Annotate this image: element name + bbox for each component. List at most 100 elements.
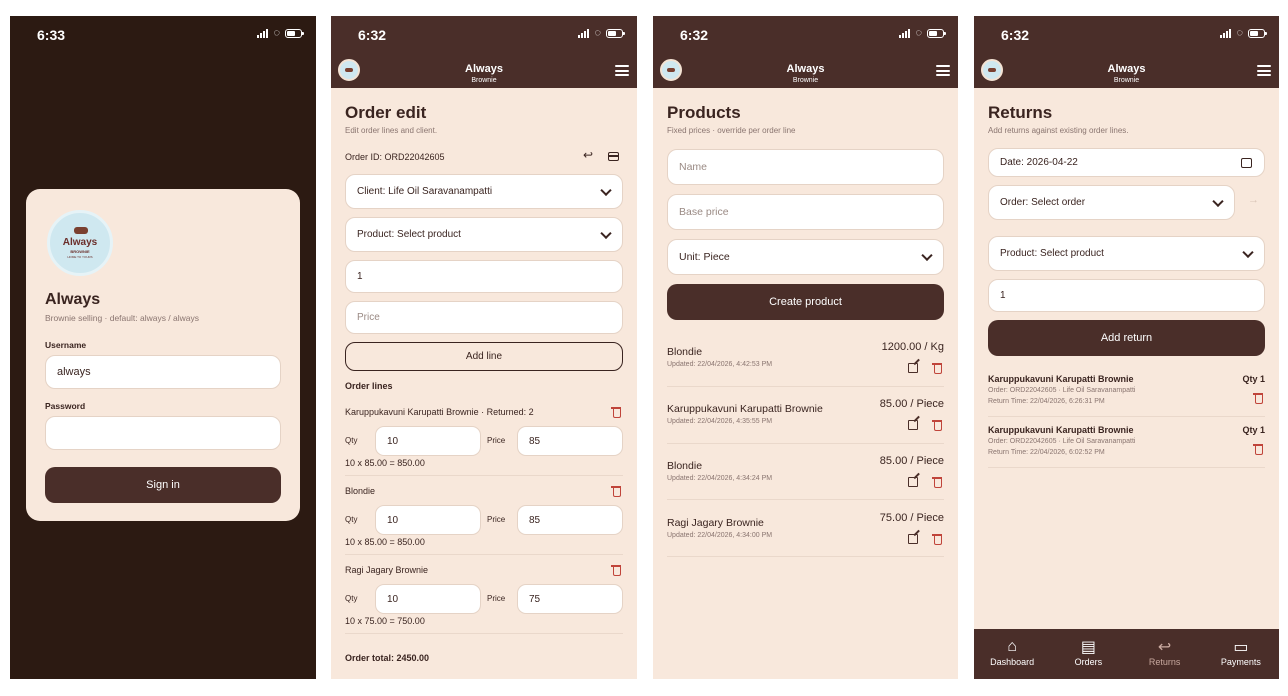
wifi-icon: ◌ xyxy=(915,27,922,39)
line-qty-input[interactable]: 10 xyxy=(375,505,481,535)
password-input[interactable] xyxy=(45,416,281,450)
quantity-input[interactable]: 1 xyxy=(345,260,623,293)
battery-icon xyxy=(1248,29,1267,38)
products-screen: 6:32 ◌ Always Brownie Products Fixed pric… xyxy=(653,16,958,679)
add-line-button[interactable]: Add line xyxy=(345,342,623,371)
return-arrow-icon[interactable]: ↩ xyxy=(583,148,593,162)
product-price: 85.00 / Piece xyxy=(879,455,944,467)
status-bar: 6:32 ◌ xyxy=(974,16,1279,56)
trash-icon[interactable] xyxy=(611,564,621,576)
tab-returns[interactable]: ↩ Returns xyxy=(1127,629,1203,679)
product-price: 1200.00 / Kg xyxy=(881,341,944,353)
chevron-down-icon xyxy=(600,227,612,239)
signal-icon xyxy=(257,29,269,38)
status-bar: 6:32 ◌ xyxy=(331,16,637,56)
top-bar: Always Brownie xyxy=(653,56,958,88)
order-line-name: Karuppukavuni Karupatti Brownie · Return… xyxy=(345,407,534,417)
arrow-right-icon[interactable]: → xyxy=(1248,194,1259,206)
edit-icon[interactable] xyxy=(908,534,918,544)
add-return-button[interactable]: Add return xyxy=(988,320,1265,356)
trash-icon[interactable] xyxy=(611,406,621,418)
logo-tag-secondary: HOME TO YOURS xyxy=(67,255,93,259)
status-time: 6:33 xyxy=(37,27,66,43)
line-price-input[interactable]: 85 xyxy=(517,505,623,535)
calendar-icon[interactable] xyxy=(1241,158,1252,168)
product-select[interactable]: Product: Select product xyxy=(988,236,1265,271)
trash-icon[interactable] xyxy=(932,476,942,488)
client-select[interactable]: Client: Life Oil Saravanampatti xyxy=(345,174,623,209)
price-label: Price xyxy=(487,436,506,445)
return-order: Order: ORD22042605 · Life Oil Saravanamp… xyxy=(988,438,1136,445)
product-updated: Updated: 22/04/2026, 4:34:24 PM xyxy=(667,475,773,482)
return-time: Return Time: 22/04/2026, 6:02:52 PM xyxy=(988,449,1105,456)
sign-in-button[interactable]: Sign in xyxy=(45,467,281,503)
return-product-name: Karuppukavuni Karupatti Brownie xyxy=(988,374,1134,384)
name-input[interactable]: Name xyxy=(667,149,944,185)
brand-sub: Brownie xyxy=(792,77,819,84)
base-price-input[interactable]: Base price xyxy=(667,194,944,230)
edit-icon[interactable] xyxy=(908,477,918,487)
menu-icon[interactable] xyxy=(936,65,950,76)
username-input[interactable]: always xyxy=(45,355,281,389)
brand-name: Always xyxy=(786,63,825,75)
tab-orders[interactable]: ▤ Orders xyxy=(1050,629,1126,679)
line-qty-input[interactable]: 10 xyxy=(375,426,481,456)
line-price-input[interactable]: 75 xyxy=(517,584,623,614)
unit-select[interactable]: Unit: Piece xyxy=(667,239,944,275)
products-content: Products Fixed prices · override per ord… xyxy=(653,88,958,679)
line-price-input[interactable]: 85 xyxy=(517,426,623,456)
brand-name: Always xyxy=(465,63,503,75)
signal-icon xyxy=(899,29,911,38)
brand-title: Always Brownie xyxy=(974,60,1279,85)
receipt-icon: ▤ xyxy=(1080,639,1096,656)
tab-dashboard[interactable]: ⌂ Dashboard xyxy=(974,629,1050,679)
status-time: 6:32 xyxy=(358,27,387,43)
product-select-value: Product: Select product xyxy=(357,229,461,240)
quantity-input[interactable]: 1 xyxy=(988,279,1265,312)
price-label: Price xyxy=(487,515,506,524)
trash-icon[interactable] xyxy=(932,533,942,545)
order-select[interactable]: Order: Select order xyxy=(988,185,1235,220)
username-label: Username xyxy=(45,340,87,350)
trash-icon[interactable] xyxy=(932,362,942,374)
chevron-down-icon xyxy=(600,184,612,196)
edit-icon[interactable] xyxy=(908,363,918,373)
price-input[interactable]: Price xyxy=(345,301,623,334)
trash-icon[interactable] xyxy=(611,485,621,497)
status-bar: 6:33 ◌ xyxy=(10,16,316,56)
divider xyxy=(667,386,944,387)
product-select-value: Product: Select product xyxy=(1000,248,1104,259)
wifi-icon: ◌ xyxy=(594,27,601,39)
divider xyxy=(667,443,944,444)
status-icons: ◌ xyxy=(899,27,946,39)
brand-sub: Brownie xyxy=(471,77,497,84)
date-input[interactable]: Date: 2026-04-22 xyxy=(988,148,1265,177)
brand-title: Always Brownie xyxy=(653,60,958,85)
product-select[interactable]: Product: Select product xyxy=(345,217,623,252)
tab-payments[interactable]: ▭ Payments xyxy=(1203,629,1279,679)
product-updated: Updated: 22/04/2026, 4:35:55 PM xyxy=(667,418,773,425)
card-icon[interactable] xyxy=(608,152,619,161)
chevron-down-icon xyxy=(921,249,933,262)
product-name: Blondie xyxy=(667,460,703,472)
line-qty-input[interactable]: 10 xyxy=(375,584,481,614)
status-icons: ◌ xyxy=(1220,28,1267,39)
trash-icon[interactable] xyxy=(1253,443,1263,455)
product-name: Blondie xyxy=(667,346,703,358)
price-label: Price xyxy=(487,594,506,603)
edit-icon[interactable] xyxy=(908,420,918,430)
menu-icon[interactable] xyxy=(615,65,629,76)
divider xyxy=(667,556,944,557)
menu-icon[interactable] xyxy=(1257,65,1271,76)
line-calc: 10 x 85.00 = 850.00 xyxy=(345,537,425,547)
trash-icon[interactable] xyxy=(1253,392,1263,404)
trash-icon[interactable] xyxy=(932,419,942,431)
product-price: 85.00 / Piece xyxy=(879,398,944,410)
login-subtitle: Brownie selling · default: always / alwa… xyxy=(45,313,200,323)
create-product-button[interactable]: Create product xyxy=(667,284,944,320)
product-price: 75.00 / Piece xyxy=(879,512,944,524)
signal-icon xyxy=(1220,29,1232,38)
brownie-icon xyxy=(74,227,88,234)
date-value: Date: 2026-04-22 xyxy=(1000,157,1078,168)
divider xyxy=(345,475,623,476)
